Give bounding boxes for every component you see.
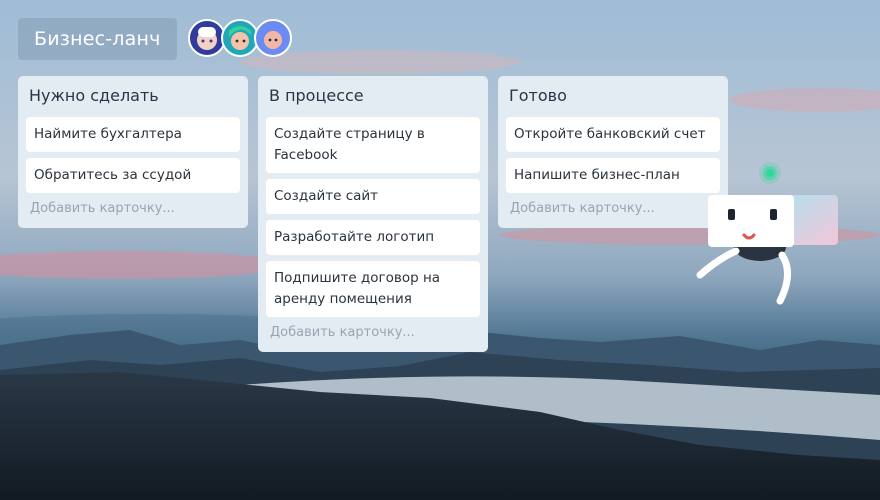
avatar[interactable] — [254, 19, 292, 57]
list-title[interactable]: В процессе — [266, 83, 480, 111]
list-in-progress: В процессе Создайте страницу в Facebook … — [258, 76, 488, 352]
card[interactable]: Напишите бизнес-план — [506, 158, 720, 193]
card[interactable]: Создайте страницу в Facebook — [266, 117, 480, 173]
card[interactable]: Наймите бухгалтера — [26, 117, 240, 152]
list-title[interactable]: Нужно сделать — [26, 83, 240, 111]
list-title[interactable]: Готово — [506, 83, 720, 111]
add-card-button[interactable]: Добавить карточку... — [266, 317, 480, 342]
avatar-icon — [229, 26, 251, 50]
add-card-button[interactable]: Добавить карточку... — [506, 193, 720, 218]
card[interactable]: Откройте банковский счет — [506, 117, 720, 152]
card[interactable]: Создайте сайт — [266, 179, 480, 214]
card[interactable]: Подпишите договор на аренду помещения — [266, 261, 480, 317]
card[interactable]: Разработайте логотип — [266, 220, 480, 255]
add-card-button[interactable]: Добавить карточку... — [26, 193, 240, 218]
avatar-icon — [264, 30, 282, 49]
card[interactable]: Обратитесь за ссудой — [26, 158, 240, 193]
robot-mascot-icon — [696, 162, 838, 305]
list-todo: Нужно сделать Наймите бухгалтера Обратит… — [18, 76, 248, 228]
avatar-icon — [197, 27, 217, 50]
board-title[interactable]: Бизнес-ланч — [18, 18, 177, 60]
board-members — [188, 19, 298, 59]
